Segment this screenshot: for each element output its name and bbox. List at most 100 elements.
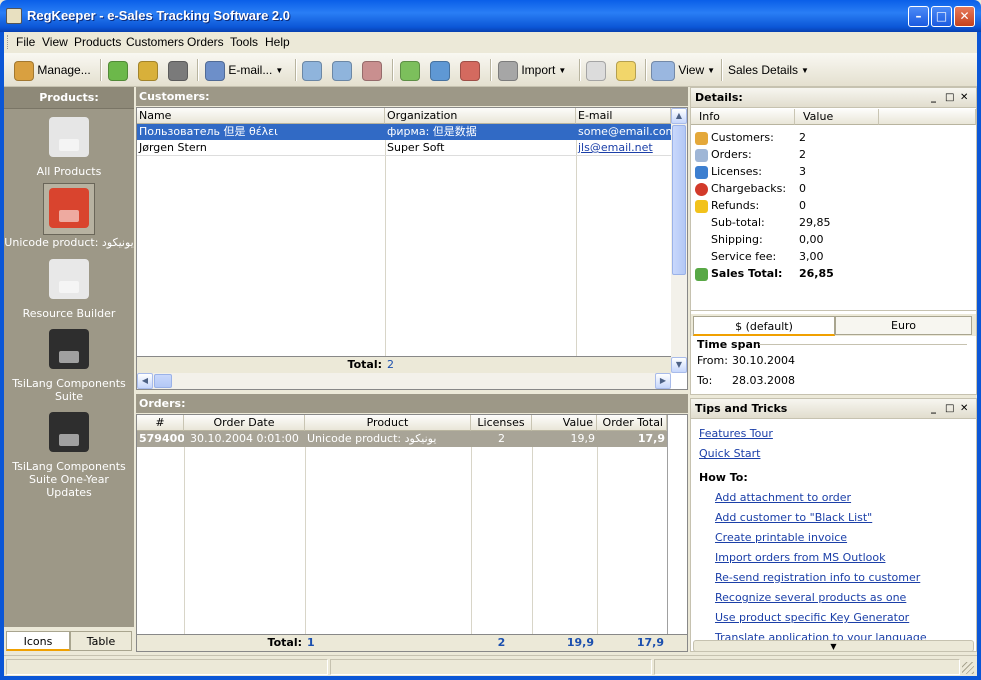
- howto-link[interactable]: Add customer to "Black List": [715, 511, 872, 524]
- details-row-value: 0,00: [799, 233, 824, 246]
- column-header-info[interactable]: Info: [691, 109, 795, 125]
- find-customer-button[interactable]: [168, 58, 188, 82]
- status-bar: [4, 655, 977, 676]
- delete-product-button[interactable]: [460, 58, 480, 82]
- tab-table[interactable]: Table: [70, 631, 132, 651]
- menu-bar: File View Products Customers Orders Tool…: [4, 32, 977, 52]
- tab-icons[interactable]: Icons: [6, 631, 70, 651]
- new-order-button[interactable]: [302, 58, 322, 82]
- column-divider: [667, 415, 668, 634]
- column-header-product[interactable]: Product: [305, 415, 471, 431]
- messages-button[interactable]: [586, 58, 606, 82]
- menu-file[interactable]: File: [16, 35, 35, 49]
- notes-button[interactable]: [616, 58, 636, 82]
- howto-link[interactable]: Re-send registration info to customer: [715, 571, 920, 584]
- tips-panel: Tips and Tricks _ □ ✕ Features Tour Quic…: [690, 398, 977, 652]
- maximize-icon[interactable]: □: [945, 88, 954, 108]
- column-header-value[interactable]: Value: [795, 109, 879, 125]
- scroll-up-icon[interactable]: ▲: [671, 108, 687, 124]
- product-item-resource-builder[interactable]: Resource Builder: [4, 259, 134, 320]
- timespan-divider: [759, 344, 967, 345]
- howto-link[interactable]: Use product specific Key Generator: [715, 611, 909, 624]
- tip-link-quick-start[interactable]: Quick Start: [699, 447, 760, 460]
- product-item-tsilang[interactable]: TsiLang Components Suite: [4, 329, 134, 403]
- status-pane: [6, 659, 328, 675]
- maximize-icon[interactable]: □: [945, 399, 954, 419]
- delete-order-button[interactable]: [362, 58, 382, 82]
- column-divider: [385, 124, 386, 374]
- maximize-button[interactable]: □: [931, 6, 952, 27]
- floppy-disk-icon: [49, 188, 89, 228]
- column-divider: [305, 431, 306, 634]
- table-row[interactable]: 5794001 30.10.2004 0:01:00 Unicode produ…: [137, 431, 667, 447]
- remove-customer-button[interactable]: [138, 58, 158, 82]
- close-icon[interactable]: ✕: [960, 88, 968, 108]
- minimize-icon[interactable]: _: [931, 88, 936, 108]
- refunds-warning-icon: [695, 199, 708, 213]
- orders-total-order-total: 17,9: [636, 636, 664, 649]
- menu-view[interactable]: View: [42, 35, 68, 49]
- howto-link[interactable]: Create printable invoice: [715, 531, 847, 544]
- customers-vscrollbar[interactable]: ▲ ▼: [671, 108, 687, 373]
- scroll-thumb[interactable]: [672, 125, 686, 275]
- tab-currency-euro[interactable]: Euro: [835, 316, 972, 335]
- customers-hscrollbar[interactable]: ◀ ▶: [137, 373, 671, 389]
- edit-product-button[interactable]: [430, 58, 450, 82]
- column-header-order-date[interactable]: Order Date: [184, 415, 305, 431]
- cell-email: some@email.com: [578, 125, 671, 138]
- product-item-label: Resource Builder: [22, 307, 116, 320]
- column-header-organization[interactable]: Organization: [385, 108, 576, 124]
- menu-products[interactable]: Products: [74, 35, 121, 49]
- howto-label: How To:: [699, 471, 748, 484]
- from-label: From:: [697, 354, 728, 367]
- manage-button[interactable]: Manage...: [14, 58, 91, 82]
- column-header-email[interactable]: E-mail: [576, 108, 671, 124]
- resize-grip-icon[interactable]: [962, 662, 974, 674]
- scroll-thumb[interactable]: [154, 374, 172, 388]
- tips-scroll-down-icon[interactable]: ▼: [693, 640, 974, 651]
- column-header-value[interactable]: Value: [532, 415, 597, 431]
- manage-icon: [14, 60, 34, 81]
- cell-email[interactable]: jls@email.net: [576, 140, 671, 156]
- scroll-right-icon[interactable]: ▶: [655, 373, 671, 389]
- menu-tools[interactable]: Tools: [230, 35, 258, 49]
- table-row[interactable]: Пользователь 但是 θέλει фирма: 但是数据 some@e…: [137, 124, 671, 140]
- product-item-all-products[interactable]: All Products: [4, 117, 134, 178]
- email-icon: [205, 60, 225, 81]
- orders-icon: [695, 148, 708, 162]
- column-header-licenses[interactable]: Licenses: [471, 415, 532, 431]
- email-label: E-mail...: [228, 63, 273, 77]
- add-customer-button[interactable]: [108, 58, 128, 82]
- tab-currency-default[interactable]: $ (default): [693, 316, 835, 336]
- column-header-number[interactable]: #: [137, 415, 184, 431]
- scroll-left-icon[interactable]: ◀: [137, 373, 153, 389]
- howto-link[interactable]: Import orders from MS Outlook: [715, 551, 885, 564]
- cell-organization: фирма: 但是数据: [387, 125, 477, 138]
- import-button[interactable]: Import ▼: [498, 58, 566, 82]
- sales-details-button[interactable]: Sales Details ▼: [728, 58, 809, 82]
- column-header-order-total[interactable]: Order Total: [597, 415, 667, 431]
- menu-orders[interactable]: Orders: [187, 35, 224, 49]
- add-product-button[interactable]: [400, 58, 420, 82]
- close-button[interactable]: ✕: [954, 6, 975, 27]
- menu-help[interactable]: Help: [265, 35, 290, 49]
- howto-link[interactable]: Recognize several products as one: [715, 591, 906, 604]
- column-header-name[interactable]: Name: [137, 108, 385, 124]
- sales-total-icon: [695, 267, 708, 281]
- close-icon[interactable]: ✕: [960, 399, 968, 419]
- product-item-unicode[interactable]: Unicode product: یونیکود: [4, 188, 134, 249]
- view-button[interactable]: View ▼: [651, 58, 715, 82]
- title-bar[interactable]: RegKeeper - e-Sales Tracking Software 2.…: [0, 0, 981, 32]
- edit-order-button[interactable]: [332, 58, 352, 82]
- scroll-down-icon[interactable]: ▼: [671, 357, 687, 373]
- menu-customers[interactable]: Customers: [126, 35, 184, 49]
- email-button[interactable]: E-mail... ▼: [205, 58, 283, 82]
- tip-link-features-tour[interactable]: Features Tour: [699, 427, 773, 440]
- product-item-tsilang-updates[interactable]: TsiLang Components Suite One-Year Update…: [4, 412, 134, 499]
- howto-link[interactable]: Add attachment to order: [715, 491, 851, 504]
- minimize-icon[interactable]: _: [931, 399, 936, 419]
- cell-organization: Super Soft: [387, 141, 445, 154]
- table-row[interactable]: Jørgen Stern Super Soft jls@email.net: [137, 140, 671, 156]
- minimize-button[interactable]: –: [908, 6, 929, 27]
- details-row-service-fee: Service fee: 3,00: [695, 248, 975, 265]
